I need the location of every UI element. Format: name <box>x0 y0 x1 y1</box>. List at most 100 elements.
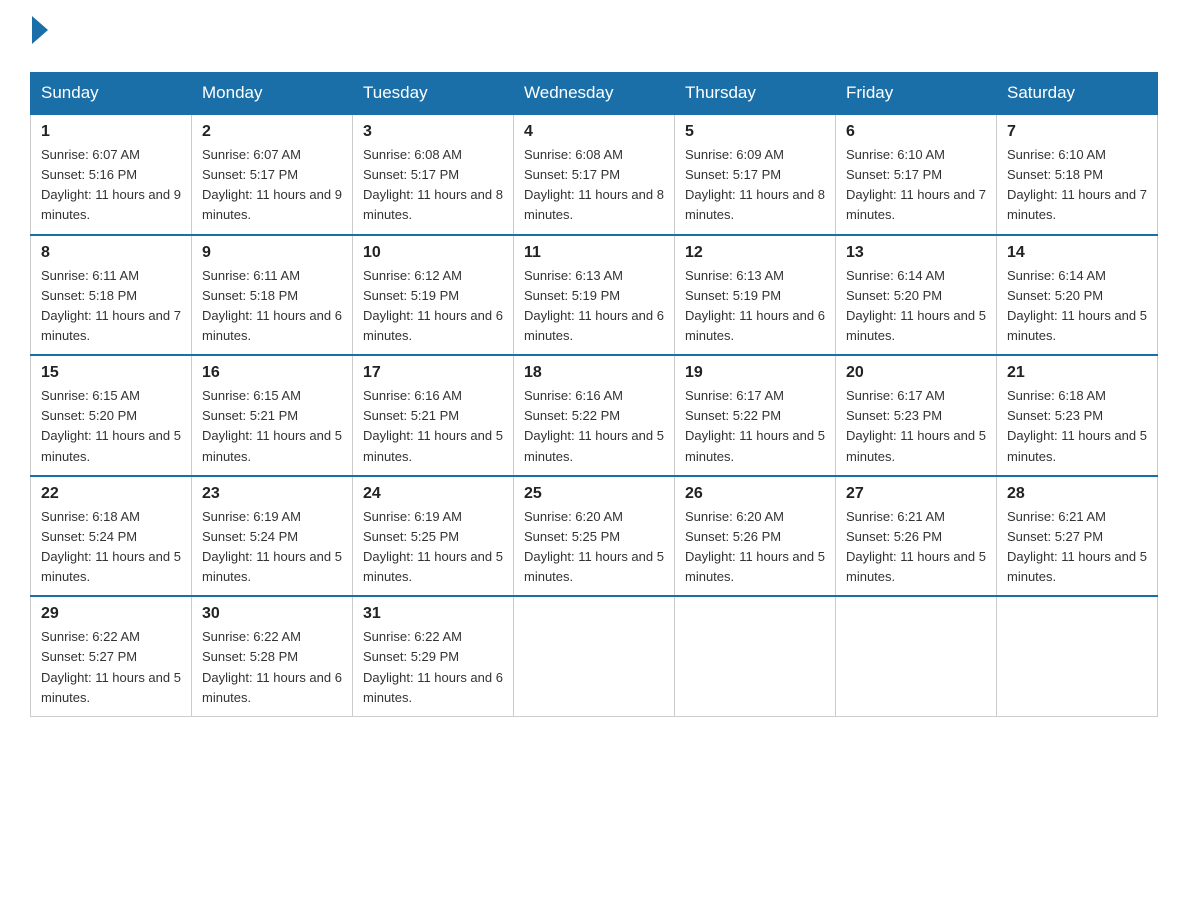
calendar-cell: 26 Sunrise: 6:20 AMSunset: 5:26 PMDaylig… <box>675 476 836 597</box>
calendar-cell: 16 Sunrise: 6:15 AMSunset: 5:21 PMDaylig… <box>192 355 353 476</box>
day-number: 25 <box>524 485 664 503</box>
calendar-cell <box>514 596 675 716</box>
day-number: 6 <box>846 123 986 141</box>
day-number: 5 <box>685 123 825 141</box>
calendar-cell: 6 Sunrise: 6:10 AMSunset: 5:17 PMDayligh… <box>836 114 997 235</box>
day-number: 10 <box>363 244 503 262</box>
calendar-cell: 14 Sunrise: 6:14 AMSunset: 5:20 PMDaylig… <box>997 235 1158 356</box>
calendar-cell: 12 Sunrise: 6:13 AMSunset: 5:19 PMDaylig… <box>675 235 836 356</box>
calendar-cell <box>997 596 1158 716</box>
day-header-thursday: Thursday <box>675 73 836 115</box>
day-number: 8 <box>41 244 181 262</box>
day-number: 19 <box>685 364 825 382</box>
day-number: 9 <box>202 244 342 262</box>
calendar-cell: 25 Sunrise: 6:20 AMSunset: 5:25 PMDaylig… <box>514 476 675 597</box>
day-header-sunday: Sunday <box>31 73 192 115</box>
day-info: Sunrise: 6:22 AMSunset: 5:29 PMDaylight:… <box>363 629 503 704</box>
calendar-cell: 3 Sunrise: 6:08 AMSunset: 5:17 PMDayligh… <box>353 114 514 235</box>
day-info: Sunrise: 6:15 AMSunset: 5:20 PMDaylight:… <box>41 388 181 463</box>
calendar-cell <box>675 596 836 716</box>
day-info: Sunrise: 6:21 AMSunset: 5:26 PMDaylight:… <box>846 509 986 584</box>
day-info: Sunrise: 6:10 AMSunset: 5:18 PMDaylight:… <box>1007 147 1147 222</box>
calendar-cell: 28 Sunrise: 6:21 AMSunset: 5:27 PMDaylig… <box>997 476 1158 597</box>
calendar-cell: 21 Sunrise: 6:18 AMSunset: 5:23 PMDaylig… <box>997 355 1158 476</box>
day-number: 22 <box>41 485 181 503</box>
calendar-cell: 10 Sunrise: 6:12 AMSunset: 5:19 PMDaylig… <box>353 235 514 356</box>
day-info: Sunrise: 6:13 AMSunset: 5:19 PMDaylight:… <box>685 268 825 343</box>
calendar-cell: 30 Sunrise: 6:22 AMSunset: 5:28 PMDaylig… <box>192 596 353 716</box>
calendar-cell: 29 Sunrise: 6:22 AMSunset: 5:27 PMDaylig… <box>31 596 192 716</box>
day-info: Sunrise: 6:19 AMSunset: 5:25 PMDaylight:… <box>363 509 503 584</box>
day-number: 15 <box>41 364 181 382</box>
day-info: Sunrise: 6:18 AMSunset: 5:23 PMDaylight:… <box>1007 388 1147 463</box>
calendar-cell: 22 Sunrise: 6:18 AMSunset: 5:24 PMDaylig… <box>31 476 192 597</box>
calendar-cell: 9 Sunrise: 6:11 AMSunset: 5:18 PMDayligh… <box>192 235 353 356</box>
day-info: Sunrise: 6:11 AMSunset: 5:18 PMDaylight:… <box>202 268 342 343</box>
day-info: Sunrise: 6:18 AMSunset: 5:24 PMDaylight:… <box>41 509 181 584</box>
day-number: 28 <box>1007 485 1147 503</box>
logo-arrow-icon <box>32 16 48 44</box>
day-number: 3 <box>363 123 503 141</box>
day-number: 4 <box>524 123 664 141</box>
day-number: 24 <box>363 485 503 503</box>
day-info: Sunrise: 6:09 AMSunset: 5:17 PMDaylight:… <box>685 147 825 222</box>
calendar-cell: 7 Sunrise: 6:10 AMSunset: 5:18 PMDayligh… <box>997 114 1158 235</box>
day-header-friday: Friday <box>836 73 997 115</box>
calendar-cell: 15 Sunrise: 6:15 AMSunset: 5:20 PMDaylig… <box>31 355 192 476</box>
day-number: 16 <box>202 364 342 382</box>
calendar-cell: 2 Sunrise: 6:07 AMSunset: 5:17 PMDayligh… <box>192 114 353 235</box>
day-info: Sunrise: 6:22 AMSunset: 5:27 PMDaylight:… <box>41 629 181 704</box>
day-number: 20 <box>846 364 986 382</box>
day-number: 17 <box>363 364 503 382</box>
day-header-tuesday: Tuesday <box>353 73 514 115</box>
day-number: 27 <box>846 485 986 503</box>
day-number: 2 <box>202 123 342 141</box>
day-number: 1 <box>41 123 181 141</box>
day-info: Sunrise: 6:17 AMSunset: 5:22 PMDaylight:… <box>685 388 825 463</box>
day-number: 11 <box>524 244 664 262</box>
day-info: Sunrise: 6:21 AMSunset: 5:27 PMDaylight:… <box>1007 509 1147 584</box>
calendar-cell: 13 Sunrise: 6:14 AMSunset: 5:20 PMDaylig… <box>836 235 997 356</box>
day-number: 23 <box>202 485 342 503</box>
day-info: Sunrise: 6:08 AMSunset: 5:17 PMDaylight:… <box>363 147 503 222</box>
day-header-wednesday: Wednesday <box>514 73 675 115</box>
day-number: 12 <box>685 244 825 262</box>
week-row-1: 1 Sunrise: 6:07 AMSunset: 5:16 PMDayligh… <box>31 114 1158 235</box>
day-info: Sunrise: 6:13 AMSunset: 5:19 PMDaylight:… <box>524 268 664 343</box>
day-info: Sunrise: 6:08 AMSunset: 5:17 PMDaylight:… <box>524 147 664 222</box>
day-info: Sunrise: 6:15 AMSunset: 5:21 PMDaylight:… <box>202 388 342 463</box>
day-info: Sunrise: 6:22 AMSunset: 5:28 PMDaylight:… <box>202 629 342 704</box>
day-number: 14 <box>1007 244 1147 262</box>
day-info: Sunrise: 6:12 AMSunset: 5:19 PMDaylight:… <box>363 268 503 343</box>
header-row: SundayMondayTuesdayWednesdayThursdayFrid… <box>31 73 1158 115</box>
calendar-cell: 11 Sunrise: 6:13 AMSunset: 5:19 PMDaylig… <box>514 235 675 356</box>
day-number: 26 <box>685 485 825 503</box>
calendar-cell: 20 Sunrise: 6:17 AMSunset: 5:23 PMDaylig… <box>836 355 997 476</box>
calendar-cell: 31 Sunrise: 6:22 AMSunset: 5:29 PMDaylig… <box>353 596 514 716</box>
day-header-saturday: Saturday <box>997 73 1158 115</box>
day-info: Sunrise: 6:11 AMSunset: 5:18 PMDaylight:… <box>41 268 181 343</box>
calendar-cell: 17 Sunrise: 6:16 AMSunset: 5:21 PMDaylig… <box>353 355 514 476</box>
calendar-cell <box>836 596 997 716</box>
day-info: Sunrise: 6:20 AMSunset: 5:26 PMDaylight:… <box>685 509 825 584</box>
calendar-cell: 8 Sunrise: 6:11 AMSunset: 5:18 PMDayligh… <box>31 235 192 356</box>
calendar-cell: 5 Sunrise: 6:09 AMSunset: 5:17 PMDayligh… <box>675 114 836 235</box>
calendar-cell: 27 Sunrise: 6:21 AMSunset: 5:26 PMDaylig… <box>836 476 997 597</box>
day-number: 31 <box>363 605 503 623</box>
calendar-cell: 24 Sunrise: 6:19 AMSunset: 5:25 PMDaylig… <box>353 476 514 597</box>
day-number: 18 <box>524 364 664 382</box>
week-row-5: 29 Sunrise: 6:22 AMSunset: 5:27 PMDaylig… <box>31 596 1158 716</box>
day-number: 7 <box>1007 123 1147 141</box>
day-info: Sunrise: 6:14 AMSunset: 5:20 PMDaylight:… <box>846 268 986 343</box>
calendar-cell: 18 Sunrise: 6:16 AMSunset: 5:22 PMDaylig… <box>514 355 675 476</box>
page-header <box>30 20 1158 54</box>
week-row-3: 15 Sunrise: 6:15 AMSunset: 5:20 PMDaylig… <box>31 355 1158 476</box>
day-info: Sunrise: 6:16 AMSunset: 5:21 PMDaylight:… <box>363 388 503 463</box>
day-number: 30 <box>202 605 342 623</box>
day-info: Sunrise: 6:07 AMSunset: 5:16 PMDaylight:… <box>41 147 181 222</box>
day-number: 13 <box>846 244 986 262</box>
calendar-table: SundayMondayTuesdayWednesdayThursdayFrid… <box>30 72 1158 717</box>
day-number: 29 <box>41 605 181 623</box>
logo <box>30 20 48 54</box>
day-info: Sunrise: 6:14 AMSunset: 5:20 PMDaylight:… <box>1007 268 1147 343</box>
